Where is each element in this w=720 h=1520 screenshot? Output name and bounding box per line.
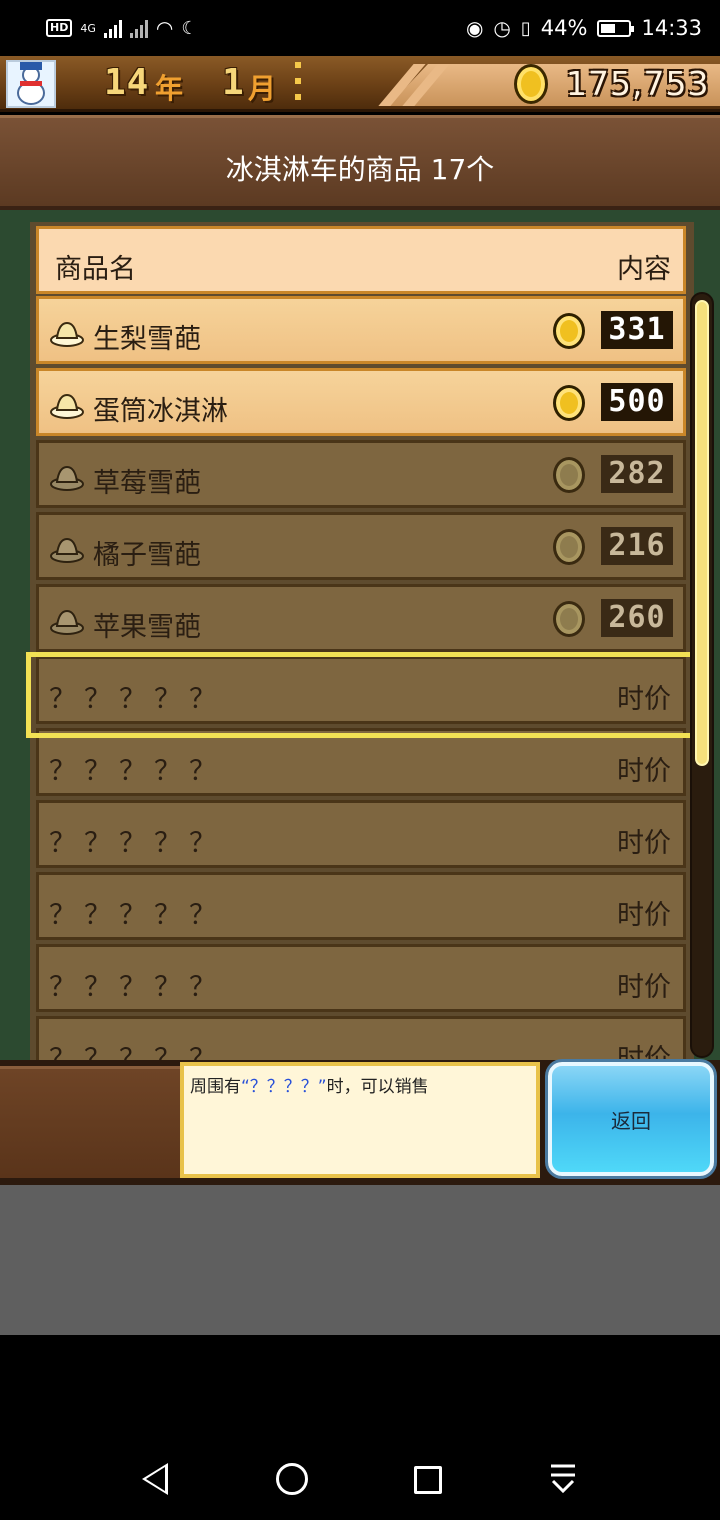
product-price: 282 [601,455,673,493]
product-list-area: 商品名 内容 生梨雪葩 331 蛋筒冰淇淋 500 草莓雪葩 282 橘子雪葩 216 苹果雪葩… [0,210,720,1060]
locked-product-row[interactable]: ？？？？？ 时价 [36,1016,686,1060]
year-unit: 年 [155,72,184,105]
status-bar: HD 4G ◠ ☾ ◉ ◷ ▯ 44% 14:33 [0,0,720,56]
product-name: 草莓雪葩 [93,468,201,499]
month-value: 1 [222,62,244,103]
menu-dots-icon[interactable] [292,62,304,100]
dessert-dish-icon [50,393,84,419]
empty-area [0,1185,720,1335]
back-button-label: 返回 [611,1108,651,1133]
locked-product-row[interactable]: ？？？？？ 时价 [36,872,686,940]
snowman-avatar-icon[interactable] [6,60,56,108]
locked-product-row[interactable]: ？？？？？ 时价 [36,800,686,868]
nav-home-icon[interactable] [276,1463,308,1495]
product-price: 260 [601,599,673,637]
nav-back-icon[interactable] [142,1463,168,1495]
system-nav-bar [0,1335,720,1520]
message-suffix: 时，可以销售 [326,1077,429,1097]
product-price: 216 [601,527,673,565]
wifi-icon: ◠ [155,16,174,40]
market-price-label: 时价 [617,1044,671,1060]
battery-icon [597,19,635,37]
clock: 14:33 [641,16,702,40]
product-price: 500 [601,383,673,421]
signal-icon [129,18,148,38]
product-name: ？？？？？ [49,756,224,787]
product-name: 蛋筒冰淇淋 [93,396,228,427]
selection-highlight [26,652,696,738]
header-name: 商品名 [55,254,136,285]
game-top-bar: 14 年 1 月 175,753 [0,56,720,112]
money-amount: 175,753 [566,64,710,103]
product-name: ？？？？？ [49,900,224,931]
dessert-dish-icon [50,321,84,347]
bottom-panel: 周围有“？？？？”时，可以销售 返回 [0,1060,720,1185]
gold-coin-icon [553,529,585,565]
nav-down-icon[interactable] [549,1463,577,1495]
alarm-icon: ◷ [493,16,511,40]
scrollbar-thumb[interactable] [695,300,709,766]
page-title: 冰淇淋车的商品 17个 [225,153,495,186]
product-row[interactable]: 苹果雪葩 260 [36,584,686,652]
gold-coin-icon [553,385,585,421]
product-name: ？？？？？ [49,828,224,859]
signal-icon [103,18,122,38]
message-highlight: “？？？？” [241,1077,327,1097]
message-prefix: 周围有 [190,1077,241,1097]
dessert-dish-icon [50,465,84,491]
vibrate-icon: ▯ [520,17,531,39]
locked-product-row[interactable]: ？？？？？ 时价 [36,728,686,796]
list-header: 商品名 内容 [36,226,686,294]
header-content: 内容 [617,254,671,285]
product-name: 生梨雪葩 [93,324,201,355]
gold-coin-icon [514,64,548,104]
status-left-icons: HD 4G ◠ ☾ [46,14,197,42]
gold-coin-icon [553,601,585,637]
product-name: ？？？？？ [49,1044,224,1060]
gold-coin-icon [553,457,585,493]
month-unit: 月 [248,72,277,105]
eye-icon: ◉ [465,16,484,40]
bottom-left-panel [0,1066,180,1178]
locked-product-row[interactable]: ？？？？？ 时价 [36,944,686,1012]
year-value: 14 [104,62,150,103]
market-price-label: 时价 [617,756,671,787]
gold-coin-icon [553,313,585,349]
market-price-label: 时价 [617,828,671,859]
product-row[interactable]: 草莓雪葩 282 [36,440,686,508]
status-right-icons: ◉ ◷ ▯ 44% 14:33 [466,14,702,42]
product-name: ？？？？？ [49,972,224,1003]
message-box: 周围有“？？？？”时，可以销售 [180,1062,540,1178]
network-type: 4G [80,21,96,35]
product-name: 苹果雪葩 [93,612,201,643]
scrollbar[interactable] [690,292,714,1058]
product-row[interactable]: 蛋筒冰淇淋 500 [36,368,686,436]
hd-icon: HD [46,19,73,37]
back-button[interactable]: 返回 [548,1062,714,1176]
dessert-dish-icon [50,537,84,563]
market-price-label: 时价 [617,900,671,931]
product-row[interactable]: 生梨雪葩 331 [36,296,686,364]
dessert-dish-icon [50,609,84,635]
battery-percent: 44% [540,16,588,40]
product-price: 331 [601,311,673,349]
nav-recent-icon[interactable] [414,1466,442,1494]
market-price-label: 时价 [617,972,671,1003]
product-row[interactable]: 橘子雪葩 216 [36,512,686,580]
moon-icon: ☾ [181,17,198,39]
product-name: 橘子雪葩 [93,540,201,571]
title-bar: 冰淇淋车的商品 17个 [0,115,720,210]
